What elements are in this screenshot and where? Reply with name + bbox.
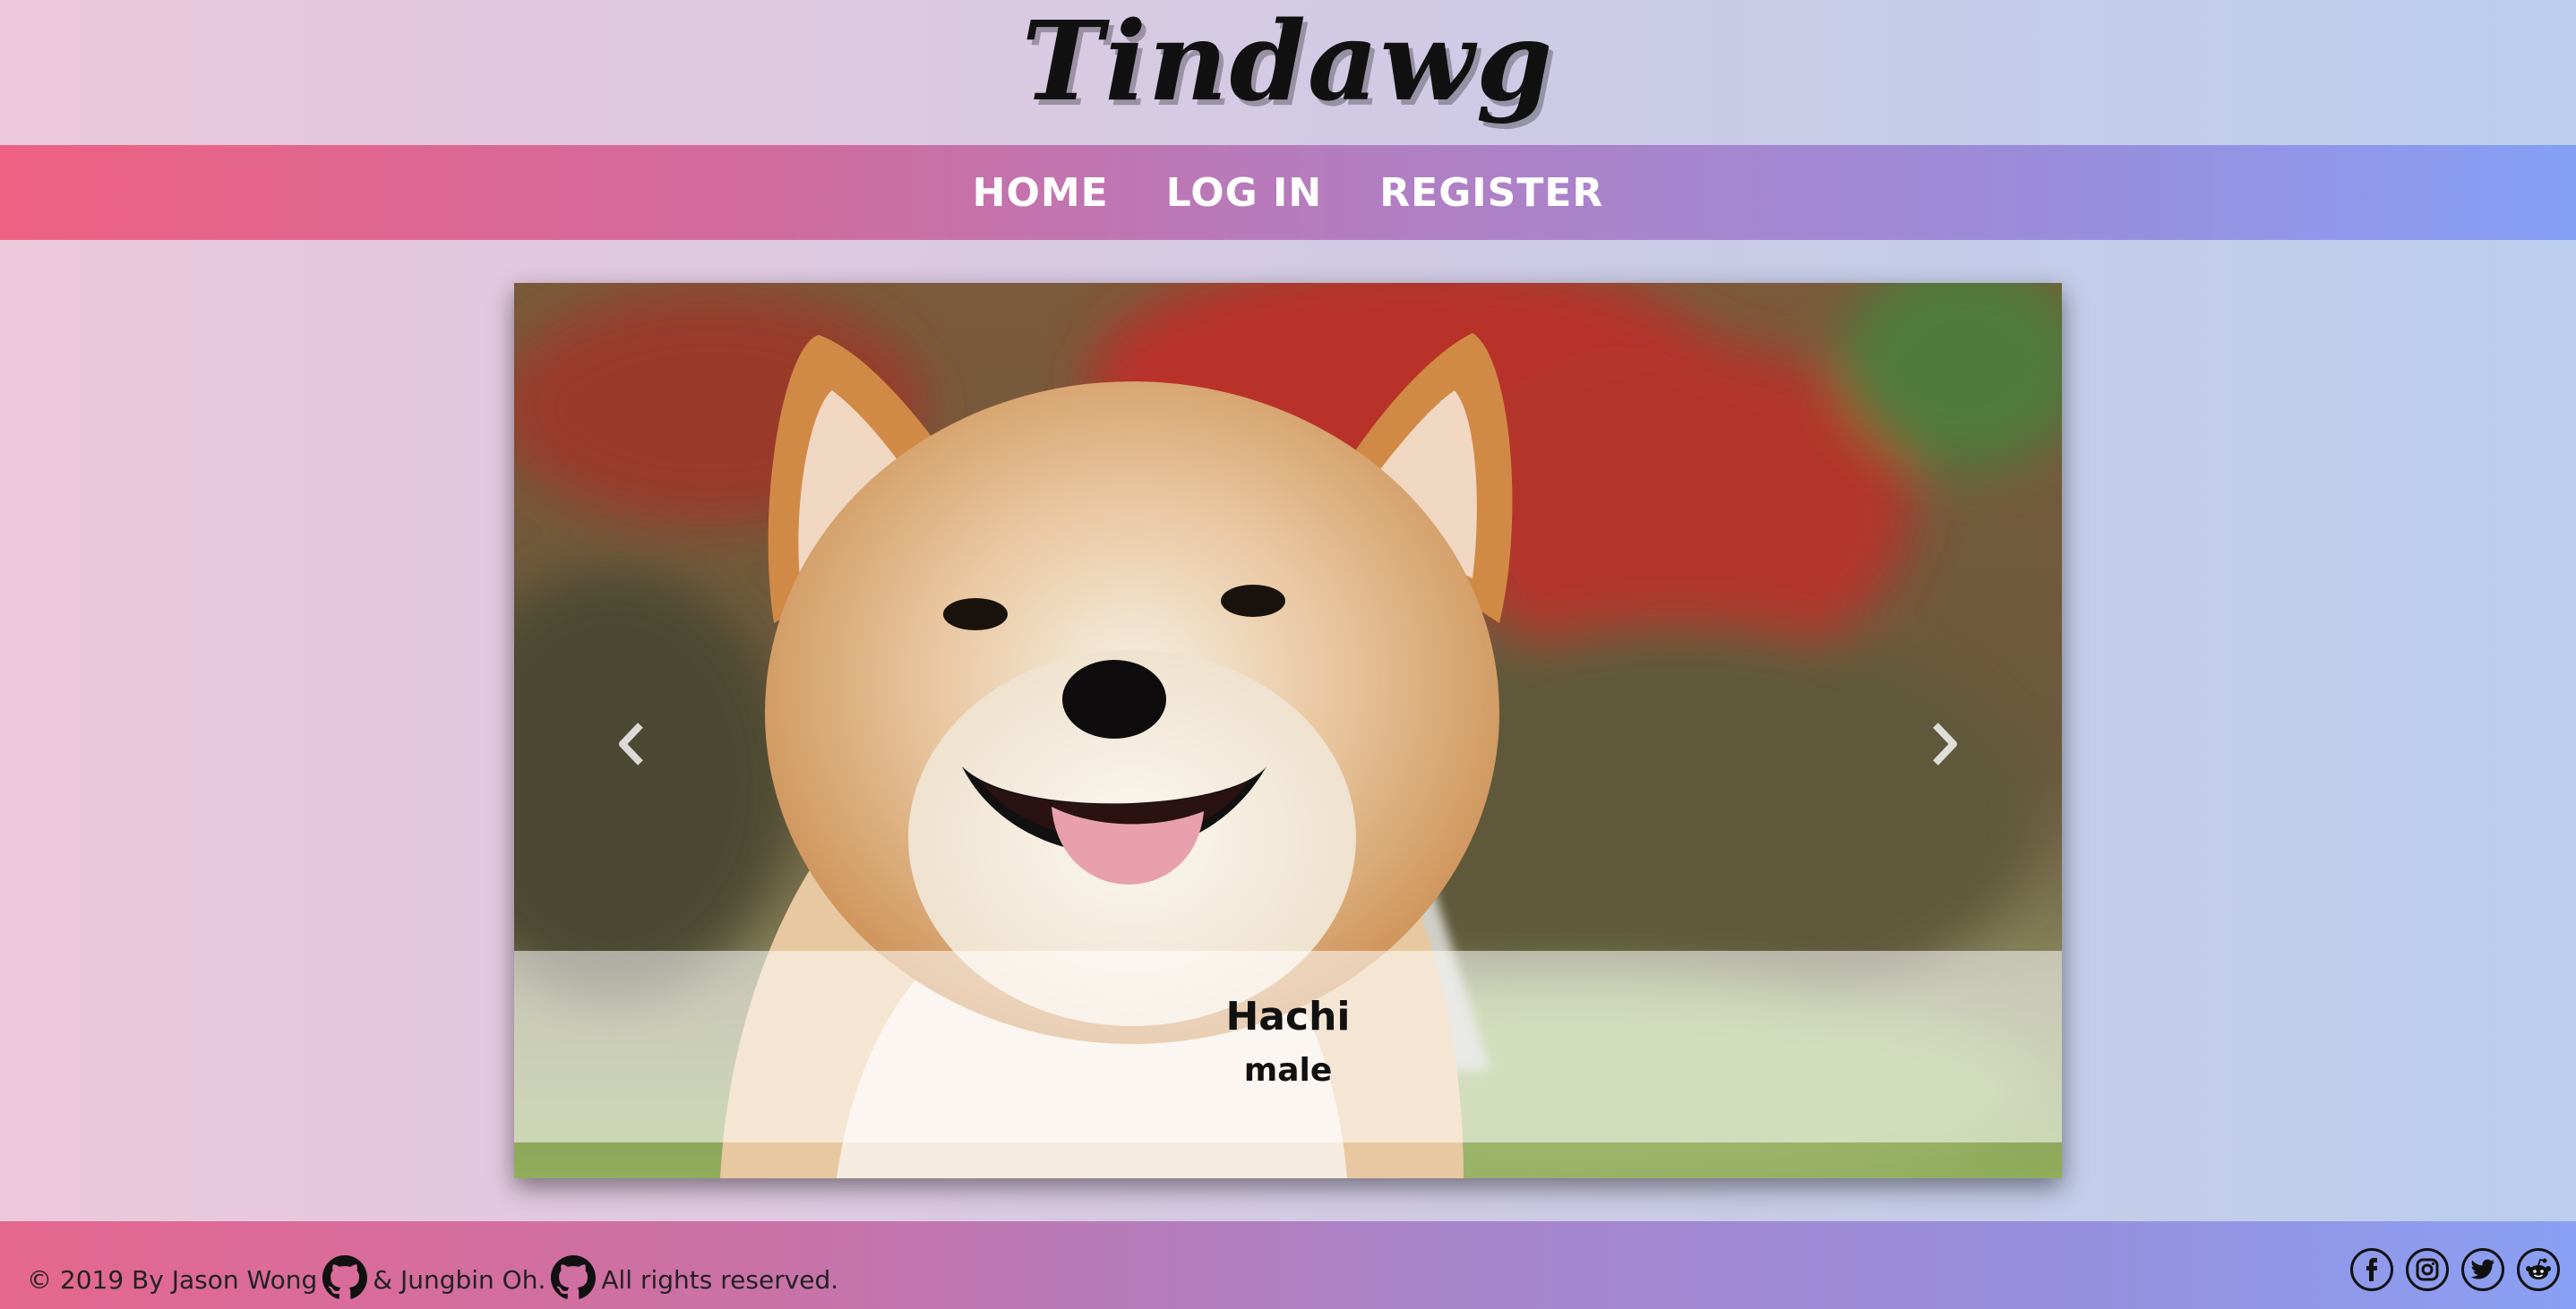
nav-home-link[interactable]: HOME <box>973 170 1109 216</box>
github-icon[interactable] <box>551 1255 597 1300</box>
dog-gender: male <box>1243 1052 1333 1089</box>
dog-carousel: Hachi male <box>514 283 2062 1178</box>
facebook-link[interactable] <box>2350 1248 2393 1291</box>
site-footer: © 2019 By Jason Wong & Jungbin Oh. All r… <box>0 1221 2576 1309</box>
dog-name: Hachi <box>1225 994 1351 1040</box>
instagram-link[interactable] <box>2406 1248 2449 1291</box>
github-icon[interactable] <box>322 1255 368 1300</box>
copyright-text: © 2019 By Jason Wong <box>27 1265 318 1295</box>
site-header: Tindawg <box>0 0 2576 145</box>
carousel-next-button[interactable] <box>1910 704 1981 784</box>
carousel-prev-button[interactable] <box>595 704 666 784</box>
coauthor-text: & Jungbin Oh. <box>373 1265 546 1295</box>
site-logo[interactable]: Tindawg <box>0 0 2576 125</box>
reddit-link[interactable] <box>2517 1248 2560 1291</box>
instagram-icon <box>2416 1258 2439 1281</box>
twitter-icon <box>2470 1259 2494 1279</box>
footer-credits: © 2019 By Jason Wong & Jungbin Oh. All r… <box>27 1246 838 1300</box>
slide-caption: Hachi male <box>514 951 2062 1142</box>
reddit-icon <box>2526 1258 2551 1279</box>
nav-login-link[interactable]: LOG IN <box>1166 170 1323 216</box>
twitter-link[interactable] <box>2461 1248 2504 1291</box>
rights-text: All rights reserved. <box>601 1265 839 1295</box>
main-navbar: HOME LOG IN REGISTER <box>0 145 2576 240</box>
social-links <box>2350 1248 2560 1291</box>
chevron-right-icon <box>1933 723 1957 766</box>
chevron-left-icon <box>619 723 643 766</box>
facebook-icon <box>2366 1258 2377 1281</box>
nav-register-link[interactable]: REGISTER <box>1379 170 1603 216</box>
